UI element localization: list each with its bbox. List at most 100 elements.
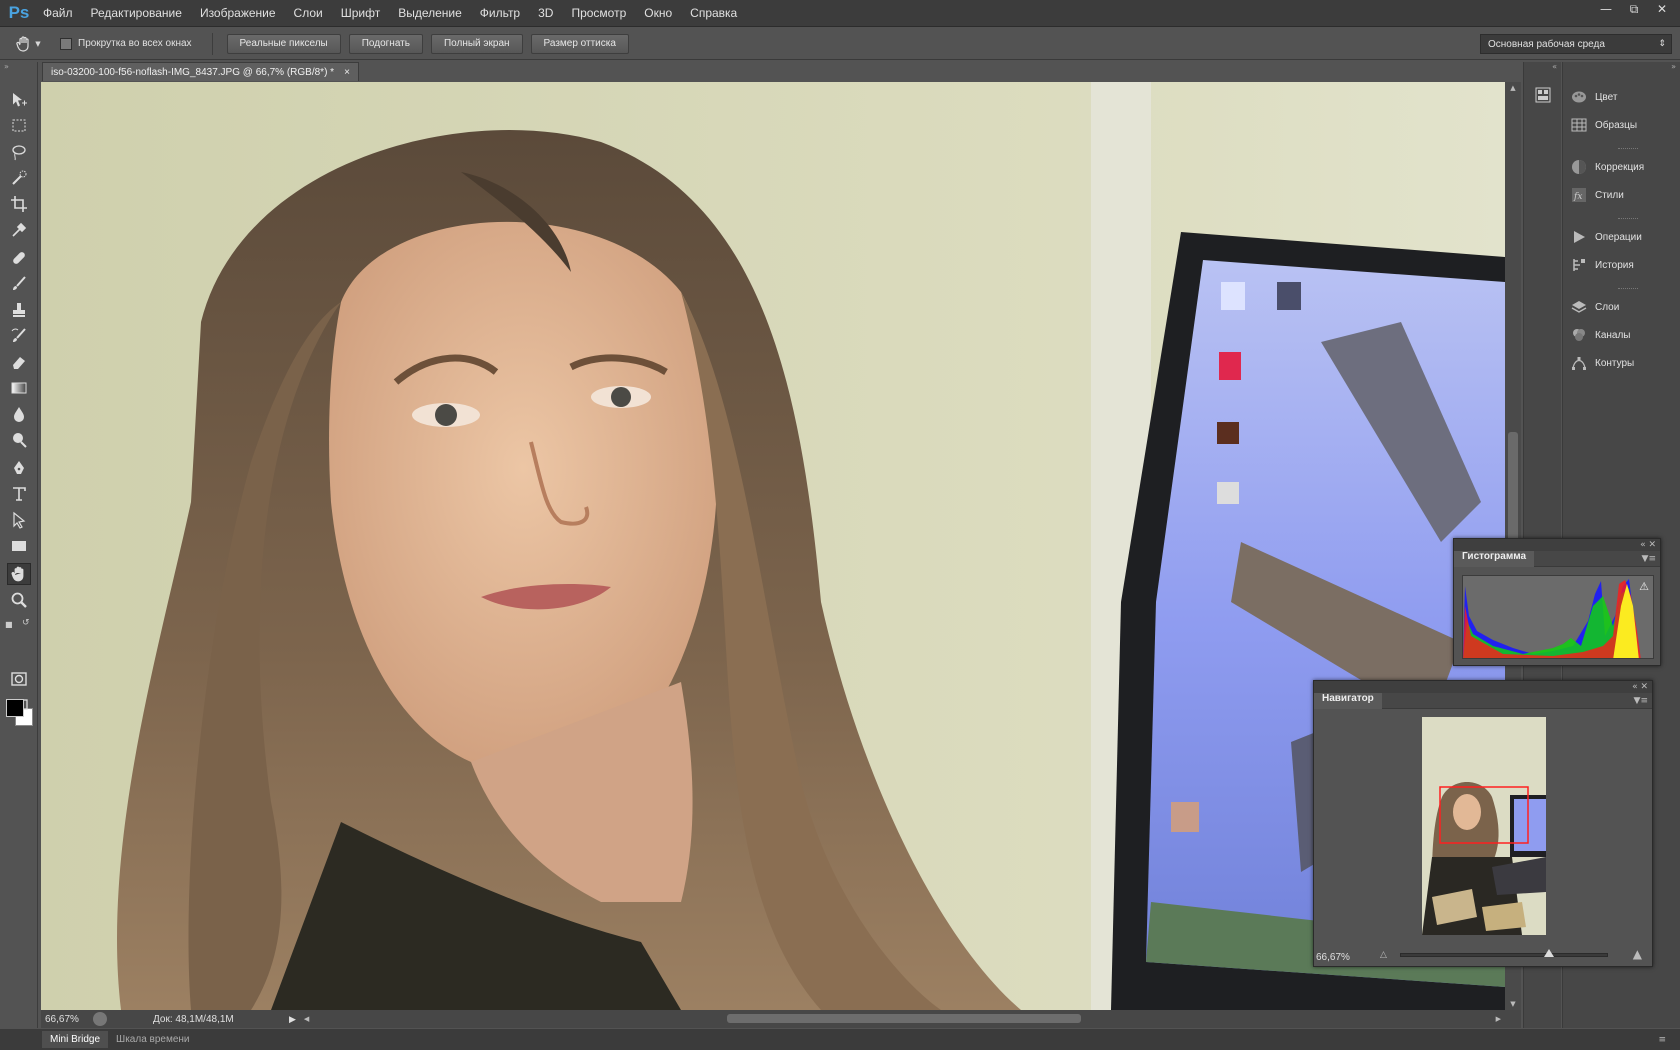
print-size-button[interactable]: Размер оттиска [530, 33, 629, 54]
minimize-icon[interactable]: — [1592, 0, 1620, 18]
navigator-panel-controls[interactable]: « ✕ [1314, 681, 1652, 693]
document-tab[interactable]: iso-03200-100-f56-noflash-IMG_8437.JPG @… [42, 62, 359, 81]
status-bar: 66,67% Док: 48,1M/48,1M ▶ ◀ ▶ [41, 1010, 1521, 1028]
status-info-icon[interactable] [93, 1012, 107, 1026]
panel-channels[interactable]: Каналы [1571, 324, 1631, 346]
menu-edit[interactable]: Редактирование [82, 0, 191, 27]
scroll-down-icon[interactable]: ▼ [1505, 998, 1521, 1010]
default-colors-icon[interactable]: ■ [5, 620, 13, 629]
collapse-strip-icon[interactable]: « [1552, 62, 1557, 71]
menu-window[interactable]: Окно [635, 0, 681, 27]
panel-swatches-label: Образцы [1595, 119, 1638, 131]
blur-tool-icon[interactable] [7, 403, 31, 425]
menu-help[interactable]: Справка [681, 0, 746, 27]
panel-styles[interactable]: fx Стили [1571, 184, 1624, 206]
zoom-tool-icon[interactable] [7, 589, 31, 611]
palette-icon [1572, 91, 1586, 103]
menu-type[interactable]: Шрифт [332, 0, 389, 27]
navigator-menu-icon[interactable]: ▼≡ [1634, 696, 1648, 706]
workspace-select[interactable]: Основная рабочая среда ⇕ [1480, 34, 1672, 54]
menu-file[interactable]: Файл [34, 0, 82, 27]
menu-select[interactable]: Выделение [389, 0, 471, 27]
zoom-in-icon[interactable]: ▲ [1633, 947, 1642, 961]
histogram-title[interactable]: Гистограмма [1454, 550, 1535, 567]
eraser-tool-icon[interactable] [7, 351, 31, 373]
scroll-up-icon[interactable]: ▲ [1505, 82, 1521, 94]
collapse-tools-icon[interactable]: » [4, 62, 9, 71]
navigator-thumbnail[interactable] [1422, 717, 1546, 935]
scroll-left-icon[interactable]: ◀ [304, 1015, 309, 1023]
zoom-out-icon[interactable]: △ [1380, 950, 1387, 960]
brush-tool-icon[interactable] [7, 273, 31, 295]
marquee-tool-icon[interactable] [7, 115, 31, 137]
panel-layers[interactable]: Слои [1571, 296, 1619, 318]
restore-icon[interactable]: ⧉ [1620, 0, 1648, 18]
actual-pixels-button[interactable]: Реальные пикселы [226, 33, 341, 54]
panel-color[interactable]: Цвет [1571, 86, 1617, 108]
navigator-zoom-thumb[interactable] [1544, 949, 1555, 957]
panel-styles-label: Стили [1595, 189, 1624, 201]
navigator-zoom-slider[interactable] [1400, 949, 1608, 957]
swatch-panel-icon[interactable] [1534, 86, 1552, 104]
fit-screen-button[interactable]: Подогнать [348, 33, 423, 54]
quick-selection-tool-icon[interactable] [7, 167, 31, 189]
histogram-graph: ⚠ [1462, 575, 1654, 659]
hand-tool-icon[interactable] [7, 563, 31, 585]
clone-stamp-tool-icon[interactable] [7, 299, 31, 321]
scroll-all-checkbox[interactable] [60, 37, 72, 50]
menu-3d[interactable]: 3D [529, 0, 562, 27]
dodge-tool-icon[interactable] [7, 429, 31, 451]
eyedropper-tool-icon[interactable] [7, 219, 31, 241]
document-canvas[interactable] [41, 82, 1505, 1010]
scroll-right-icon[interactable]: ▶ [1496, 1015, 1501, 1023]
status-doc-info: Док: 48,1M/48,1M [153, 1013, 234, 1025]
menu-view[interactable]: Просмотр [562, 0, 635, 27]
crop-tool-icon[interactable] [7, 193, 31, 215]
histogram-menu-icon[interactable]: ▼≡ [1642, 554, 1656, 564]
foreground-color-swatch[interactable] [6, 699, 24, 717]
horizontal-scroll-thumb[interactable] [727, 1014, 1081, 1023]
panel-actions[interactable]: Операции [1571, 226, 1642, 248]
path-selection-tool-icon[interactable] [7, 509, 31, 531]
lasso-tool-icon[interactable] [7, 141, 31, 163]
history-brush-tool-icon[interactable] [7, 325, 31, 347]
close-document-icon[interactable]: × [344, 67, 350, 78]
navigator-title[interactable]: Навигатор [1314, 692, 1382, 709]
hand-tool-preset-icon[interactable]: ▼ [10, 35, 46, 53]
menu-filter[interactable]: Фильтр [471, 0, 529, 27]
menu-bar: Ps Файл Редактирование Изображение Слои … [0, 0, 1680, 27]
histogram-panel-controls[interactable]: « ✕ [1454, 539, 1660, 551]
bottom-panel-tabs: Mini Bridge Шкала времени ≡ [0, 1029, 1680, 1050]
panel-adjustments[interactable]: Коррекция [1571, 156, 1644, 178]
rectangle-tool-icon[interactable] [7, 535, 31, 557]
status-zoom[interactable]: 66,67% [45, 1014, 93, 1025]
navigator-tab-row: Навигатор ▼≡ [1314, 692, 1652, 709]
scroll-all-windows-option[interactable]: Прокрутка во всех окнах [60, 37, 192, 50]
menu-image[interactable]: Изображение [191, 0, 285, 27]
type-tool-icon[interactable] [7, 483, 31, 505]
tab-mini-bridge[interactable]: Mini Bridge [42, 1031, 109, 1048]
expand-panels-icon[interactable]: » [1671, 62, 1676, 71]
swap-colors-icon[interactable]: ↺ [22, 618, 30, 628]
histogram-chart [1463, 579, 1641, 658]
panel-layers-label: Слои [1595, 301, 1620, 313]
menu-layers[interactable]: Слои [285, 0, 332, 27]
panel-swatches[interactable]: Образцы [1571, 114, 1637, 136]
healing-brush-tool-icon[interactable] [7, 247, 31, 269]
scroll-all-label: Прокрутка во всех окнах [78, 38, 192, 49]
tab-timeline[interactable]: Шкала времени [108, 1031, 197, 1048]
move-tool-icon[interactable] [7, 89, 31, 111]
panel-history[interactable]: История [1571, 254, 1634, 276]
fill-screen-button[interactable]: Полный экран [430, 33, 523, 54]
bottom-panel-menu-icon[interactable]: ≡ [1658, 1035, 1666, 1045]
gradient-tool-icon[interactable] [7, 377, 31, 399]
warning-icon[interactable]: ⚠ [1639, 580, 1649, 593]
adjustments-icon [1572, 160, 1586, 174]
pen-tool-icon[interactable] [7, 457, 31, 479]
navigator-zoom-value[interactable]: 66,67% [1316, 952, 1350, 963]
updown-arrow-icon: ⇕ [1658, 38, 1666, 48]
panel-paths[interactable]: Контуры [1571, 352, 1634, 374]
close-window-icon[interactable]: ✕ [1648, 0, 1676, 18]
quick-mask-icon[interactable] [7, 668, 31, 690]
status-menu-arrow-icon[interactable]: ▶ [289, 1014, 296, 1025]
